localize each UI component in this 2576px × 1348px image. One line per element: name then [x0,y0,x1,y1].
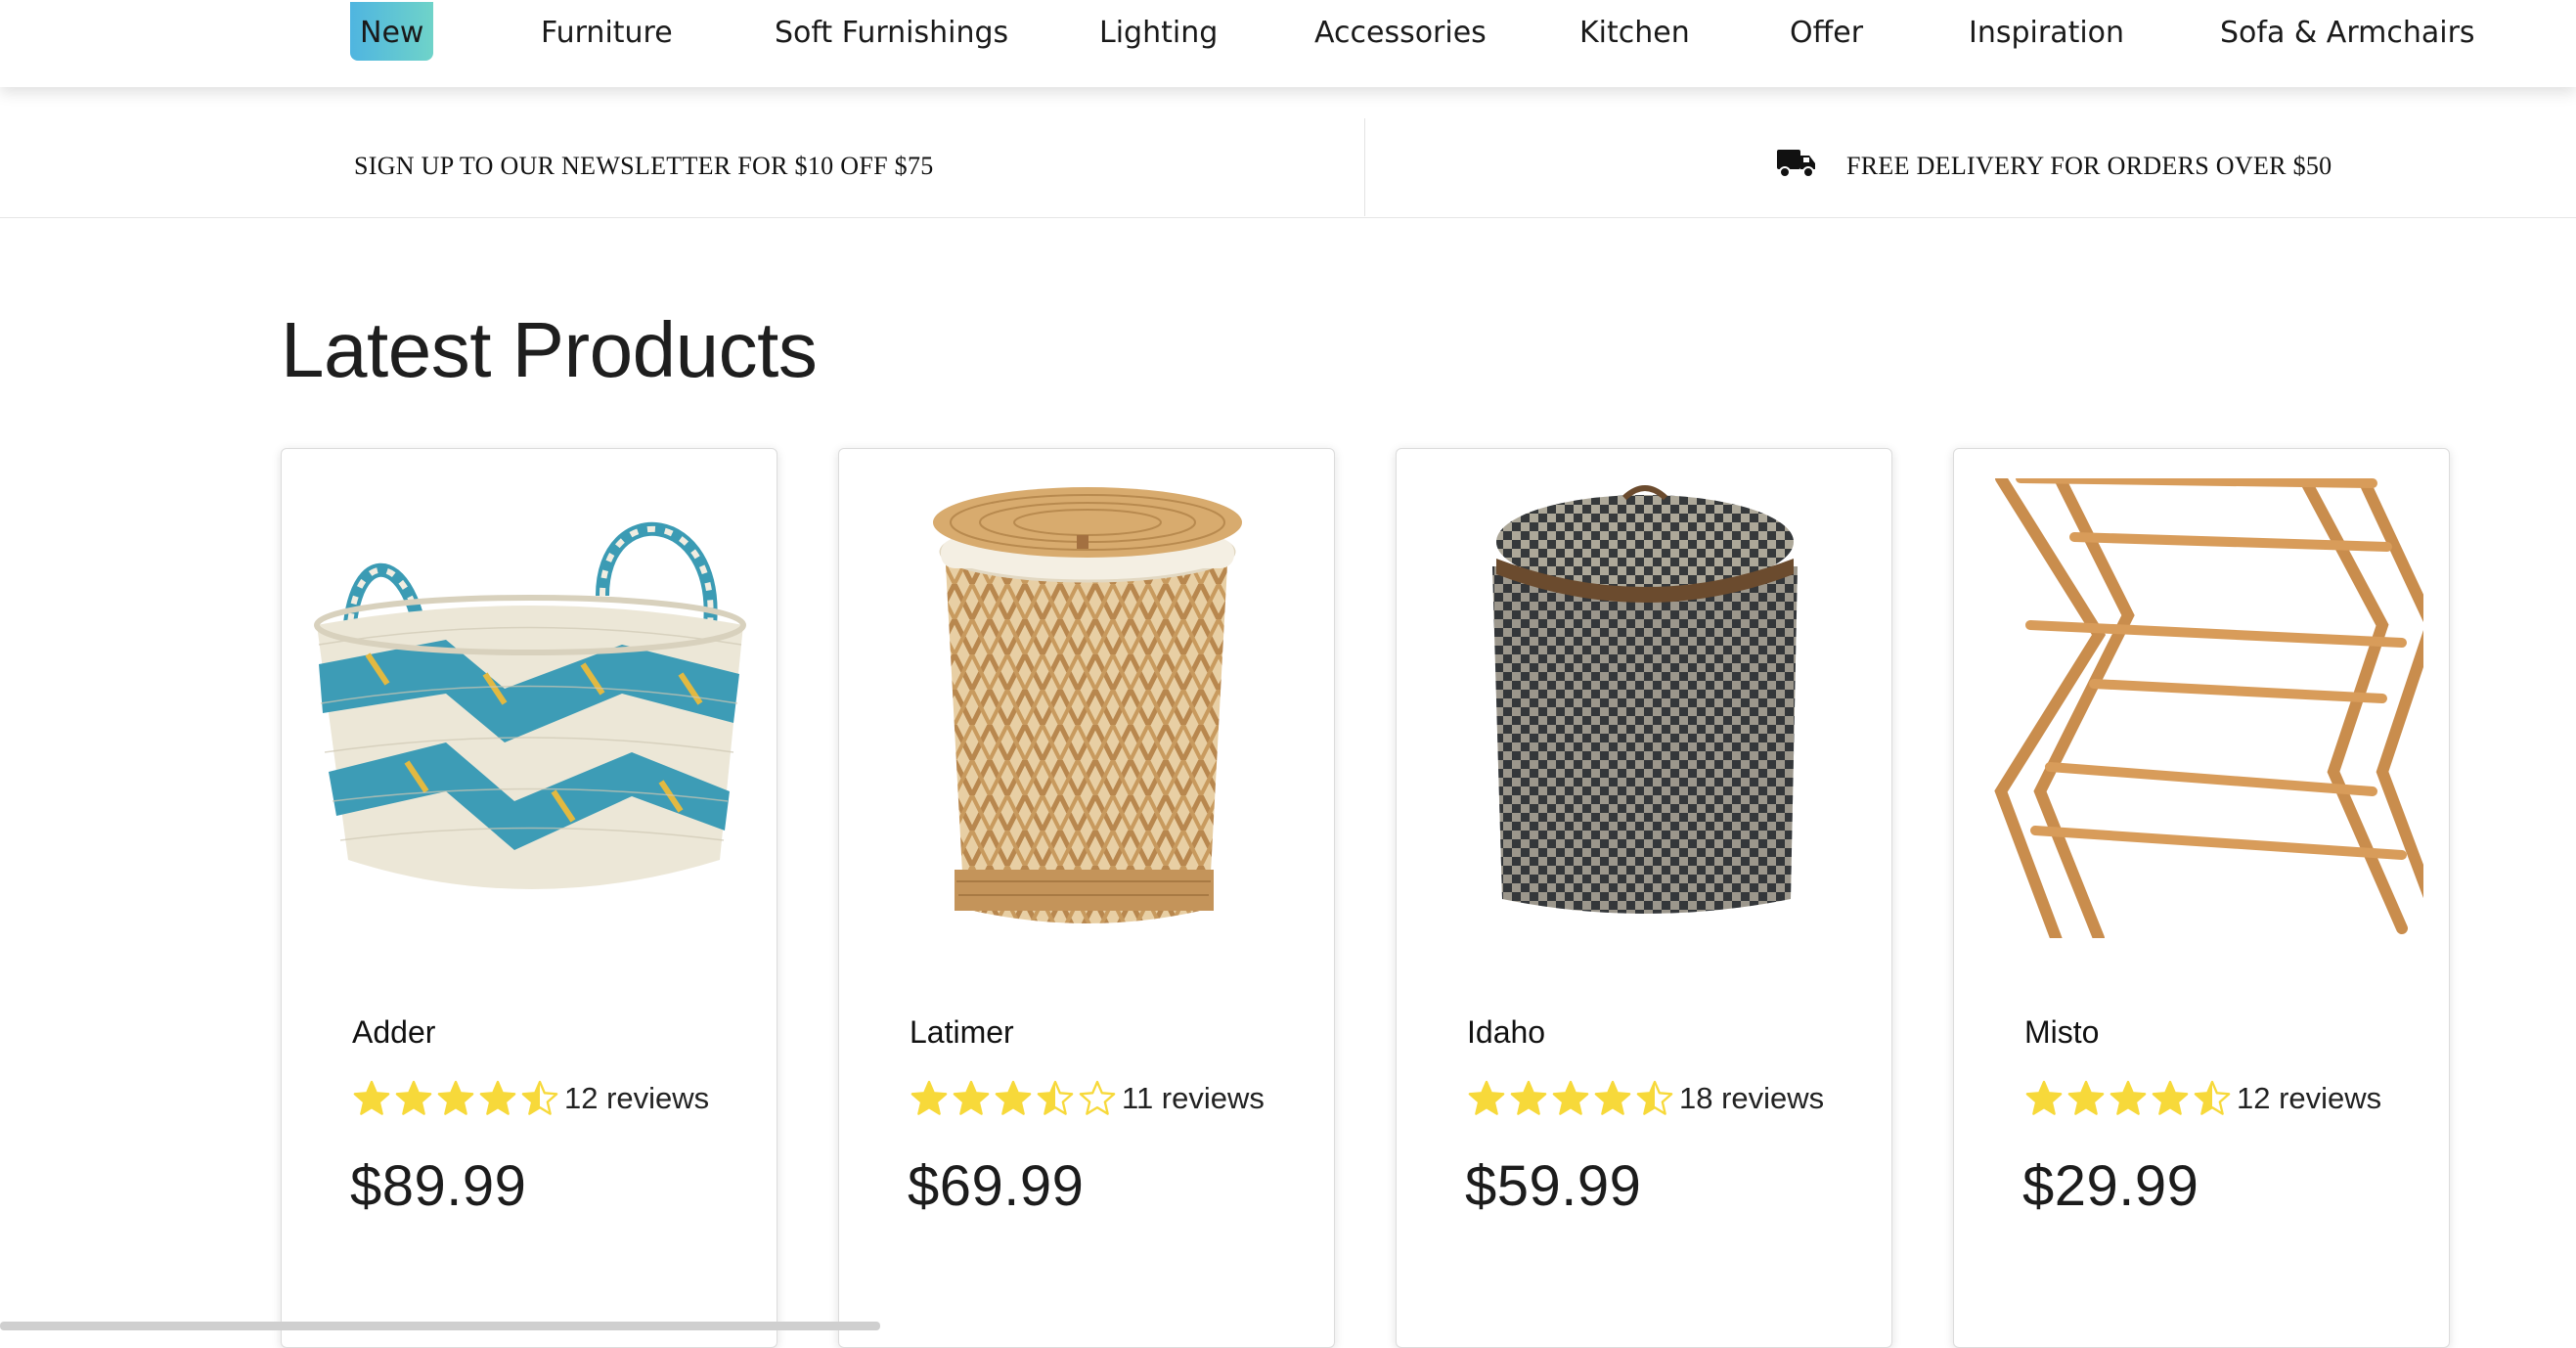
product-rating: 18 reviews [1467,1079,1824,1118]
product-card[interactable]: Adder 12 reviews $89.99 [281,448,777,1348]
star-empty-icon [1079,1080,1116,1115]
star-full-icon [353,1080,390,1115]
star-full-icon [2067,1080,2105,1115]
nav-furniture[interactable]: Furniture [541,14,673,53]
review-count[interactable]: 11 reviews [1122,1081,1265,1116]
product-price: $69.99 [908,1154,1085,1218]
product-card[interactable]: Idaho 18 reviews $59.99 [1396,448,1892,1348]
rating-stars [1467,1079,1677,1118]
star-half-icon [2194,1080,2231,1115]
review-count[interactable]: 18 reviews [1679,1081,1824,1116]
star-full-icon [1468,1080,1505,1115]
star-full-icon [2025,1080,2063,1115]
horizontal-scrollbar[interactable] [0,1322,880,1330]
product-price: $29.99 [2022,1154,2199,1218]
nav-inspiration[interactable]: Inspiration [1969,14,2124,53]
promo-bar: SIGN UP TO OUR NEWSLETTER FOR $10 OFF $7… [0,116,2576,218]
product-image[interactable] [1981,478,2423,938]
star-full-icon [953,1080,990,1115]
promo-divider [1364,118,1365,216]
star-full-icon [1552,1080,1589,1115]
product-image[interactable] [309,478,751,938]
star-full-icon [995,1080,1032,1115]
star-full-icon [1510,1080,1547,1115]
free-delivery-promo: FREE DELIVERY FOR ORDERS OVER $50 [1846,152,2332,180]
star-half-icon [1636,1080,1673,1115]
star-full-icon [437,1080,474,1115]
star-full-icon [479,1080,516,1115]
product-name[interactable]: Misto [2024,1014,2099,1051]
product-card[interactable]: Misto 12 reviews $29.99 [1953,448,2450,1348]
nav-lighting[interactable]: Lighting [1099,14,1218,53]
review-count[interactable]: 12 reviews [564,1081,709,1116]
truck-icon [1777,150,1815,178]
star-full-icon [1594,1080,1631,1115]
section-title: Latest Products [281,306,818,393]
nav-soft-furnishings[interactable]: Soft Furnishings [775,14,1008,53]
nav-offer[interactable]: Offer [1790,14,1863,53]
rating-stars [2024,1079,2235,1118]
review-count[interactable]: 12 reviews [2237,1081,2381,1116]
product-name[interactable]: Latimer [910,1014,1014,1051]
product-price: $89.99 [350,1154,527,1218]
star-half-icon [1037,1080,1074,1115]
nav-kitchen[interactable]: Kitchen [1579,14,1690,53]
product-rating: 12 reviews [2024,1079,2381,1118]
product-rating: 11 reviews [910,1079,1265,1118]
star-full-icon [395,1080,432,1115]
star-full-icon [2152,1080,2189,1115]
nav-accessories[interactable]: Accessories [1314,14,1487,53]
product-name[interactable]: Idaho [1467,1014,1545,1051]
newsletter-promo[interactable]: SIGN UP TO OUR NEWSLETTER FOR $10 OFF $7… [354,152,934,181]
star-full-icon [2110,1080,2147,1115]
rating-stars [352,1079,562,1118]
nav-new[interactable]: New [350,2,434,61]
rating-stars [910,1079,1120,1118]
star-full-icon [910,1080,948,1115]
star-half-icon [521,1080,558,1115]
product-image[interactable] [1424,478,1866,938]
nav-sofa-armchairs[interactable]: Sofa & Armchairs [2220,14,2475,53]
product-image[interactable] [866,478,1309,938]
main-navigation: New Furniture Soft Furnishings Lighting … [0,0,2576,87]
product-rating: 12 reviews [352,1079,709,1118]
product-card[interactable]: Latimer 11 reviews $69.99 [838,448,1335,1348]
product-price: $59.99 [1465,1154,1642,1218]
product-name[interactable]: Adder [352,1014,435,1051]
